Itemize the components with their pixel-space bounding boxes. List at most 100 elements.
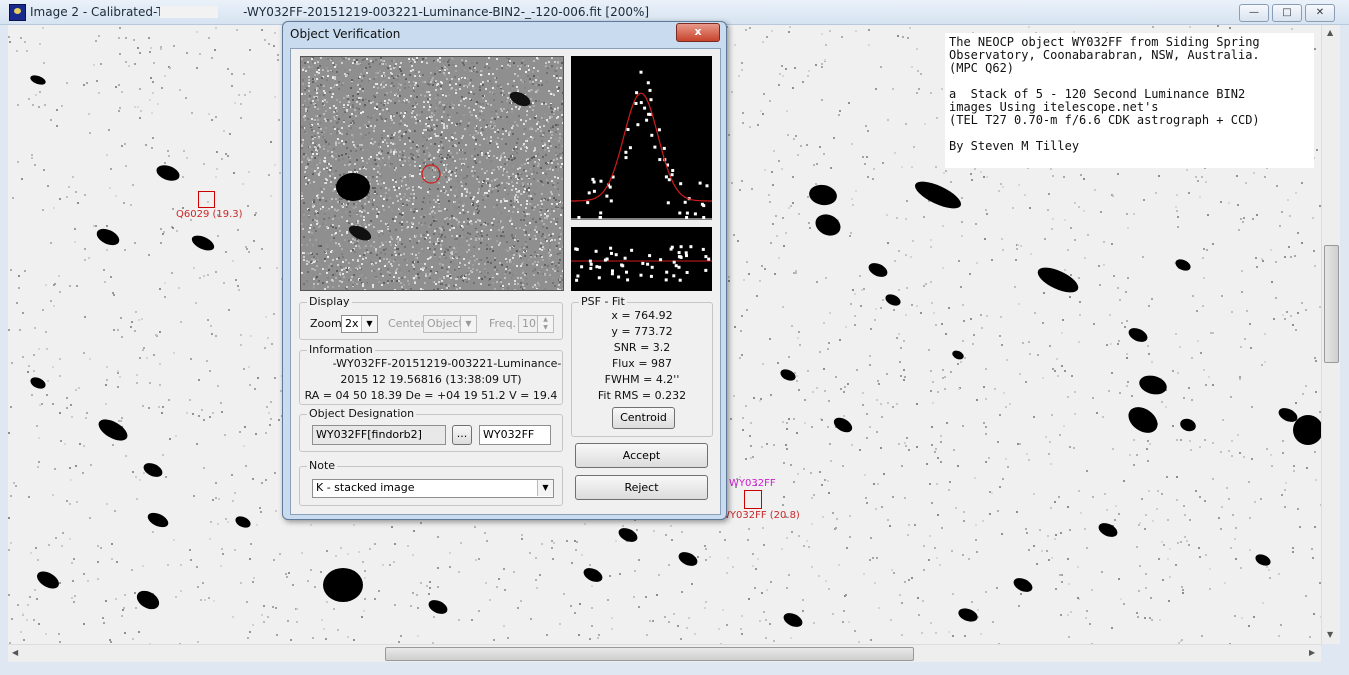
residual-point xyxy=(617,275,621,279)
star xyxy=(1175,259,1191,271)
horizontal-scroll-thumb[interactable] xyxy=(385,647,914,661)
note-group: Note K - stacked image ▼ xyxy=(299,459,563,506)
horizontal-scrollbar[interactable]: ◀ ▶ xyxy=(8,644,1321,662)
freq-label: Freq. xyxy=(489,317,517,330)
center-value: Object xyxy=(427,317,463,330)
star xyxy=(323,568,363,602)
residual-point xyxy=(659,258,663,262)
residual-point xyxy=(589,266,593,270)
psf-sample-point xyxy=(586,201,590,205)
zoom-select[interactable]: 2x ▼ xyxy=(341,315,378,333)
star xyxy=(678,552,698,566)
star xyxy=(30,377,46,389)
psf-sample-point xyxy=(678,211,682,215)
psf-sample-point xyxy=(624,156,628,160)
psf-sample-point xyxy=(609,199,613,203)
star xyxy=(143,463,163,477)
psf-sample-point xyxy=(599,179,603,183)
psf-sample-point xyxy=(605,194,609,198)
residual-point xyxy=(678,278,682,282)
psf-residual-svg xyxy=(571,245,712,282)
accept-button[interactable]: Accept xyxy=(575,443,708,468)
object-thumbnail xyxy=(300,56,564,291)
star xyxy=(1037,267,1079,293)
psf-sample-point xyxy=(587,191,591,195)
findorb-designation-field[interactable]: WY032FF[findorb2] xyxy=(312,425,446,445)
psf-sample-point xyxy=(670,173,674,177)
information-group: Information -WY032FF-20151219-003221-Lum… xyxy=(299,343,563,405)
centroid-button[interactable]: Centroid xyxy=(612,407,675,429)
star xyxy=(1255,554,1271,566)
psf-sample-point xyxy=(639,101,643,105)
close-window-button[interactable]: ✕ xyxy=(1305,4,1335,22)
scroll-right-icon[interactable]: ▶ xyxy=(1309,648,1315,657)
vertical-scrollbar[interactable]: ▲ ▼ xyxy=(1321,25,1340,644)
freq-spinner[interactable]: 10 ▲ ▼ xyxy=(518,315,554,333)
annotation-text: The NEOCP object WY032FF from Siding Spr… xyxy=(945,33,1314,168)
residual-point xyxy=(639,273,643,277)
chevron-down-icon: ▼ xyxy=(537,480,553,496)
residual-point xyxy=(665,270,669,274)
maximize-button[interactable]: □ xyxy=(1272,4,1302,22)
dialog-close-button[interactable]: x xyxy=(676,23,720,42)
residual-point xyxy=(679,245,683,249)
residual-point xyxy=(623,256,627,260)
star xyxy=(915,181,961,209)
psf-profile-svg xyxy=(571,70,712,220)
residual-point xyxy=(610,272,614,276)
star xyxy=(583,568,603,582)
known-object-label: Q6029 (19.3) xyxy=(176,209,243,220)
psf-sample-point xyxy=(671,169,675,172)
browse-button[interactable]: ... xyxy=(452,425,472,445)
star xyxy=(37,571,59,589)
note-select[interactable]: K - stacked image ▼ xyxy=(312,479,554,498)
info-date: 2015 12 19.56816 (13:38:09 UT) xyxy=(340,373,522,386)
residual-point xyxy=(674,264,678,268)
vertical-scroll-thumb[interactable] xyxy=(1324,245,1339,363)
chevron-down-icon: ▼ xyxy=(460,316,476,332)
psf-sample-point xyxy=(628,146,632,150)
scroll-left-icon[interactable]: ◀ xyxy=(12,648,18,657)
known-object-marker[interactable] xyxy=(198,191,215,208)
psf-fit-rms: Fit RMS = 0.232 xyxy=(597,389,687,402)
star xyxy=(428,600,448,614)
star xyxy=(1013,578,1033,592)
dialog-title: Object Verification xyxy=(290,27,401,41)
zoom-value: 2x xyxy=(345,317,359,330)
residual-point xyxy=(684,251,688,255)
residual-point xyxy=(677,251,681,255)
residual-point xyxy=(649,274,653,278)
residual-point xyxy=(689,245,693,249)
residual-point xyxy=(588,259,592,263)
psf-sample-point xyxy=(667,178,671,182)
target-object-label: WY032FF (20.8) xyxy=(720,510,800,521)
residual-point xyxy=(595,265,599,269)
designation-group-label: Object Designation xyxy=(307,407,417,420)
psf-sample-point xyxy=(702,204,706,208)
psf-sample-point xyxy=(592,189,596,193)
thumbnail-star xyxy=(336,173,370,201)
psf-sample-point xyxy=(705,184,709,188)
psf-sample-point xyxy=(645,118,649,122)
star xyxy=(783,613,803,627)
star xyxy=(156,165,180,181)
center-select[interactable]: Object ▼ xyxy=(423,315,477,333)
residual-point xyxy=(598,265,602,269)
scroll-down-icon[interactable]: ▼ xyxy=(1327,630,1333,639)
star xyxy=(885,294,901,306)
residual-point xyxy=(614,253,618,257)
object-name-field[interactable]: WY032FF xyxy=(479,425,551,445)
scroll-up-icon[interactable]: ▲ xyxy=(1327,28,1333,37)
window-title: Image 2 - Calibrated-T27- -WY032FF-201512… xyxy=(30,5,650,19)
psf-sample-point xyxy=(658,158,662,162)
psf-fit-group-label: PSF - Fit xyxy=(579,295,627,308)
residual-point xyxy=(701,247,705,251)
psf-fit-group: PSF - Fit x = 764.92 y = 773.72 SNR = 3.… xyxy=(571,295,713,437)
minimize-button[interactable]: — xyxy=(1239,4,1269,22)
target-object-marker[interactable] xyxy=(744,490,762,509)
residual-point xyxy=(610,251,613,255)
zoom-label: Zoom xyxy=(310,317,342,330)
reject-button[interactable]: Reject xyxy=(575,475,708,500)
object-designation-group: Object Designation WY032FF[findorb2] ...… xyxy=(299,407,563,452)
star xyxy=(191,235,215,251)
